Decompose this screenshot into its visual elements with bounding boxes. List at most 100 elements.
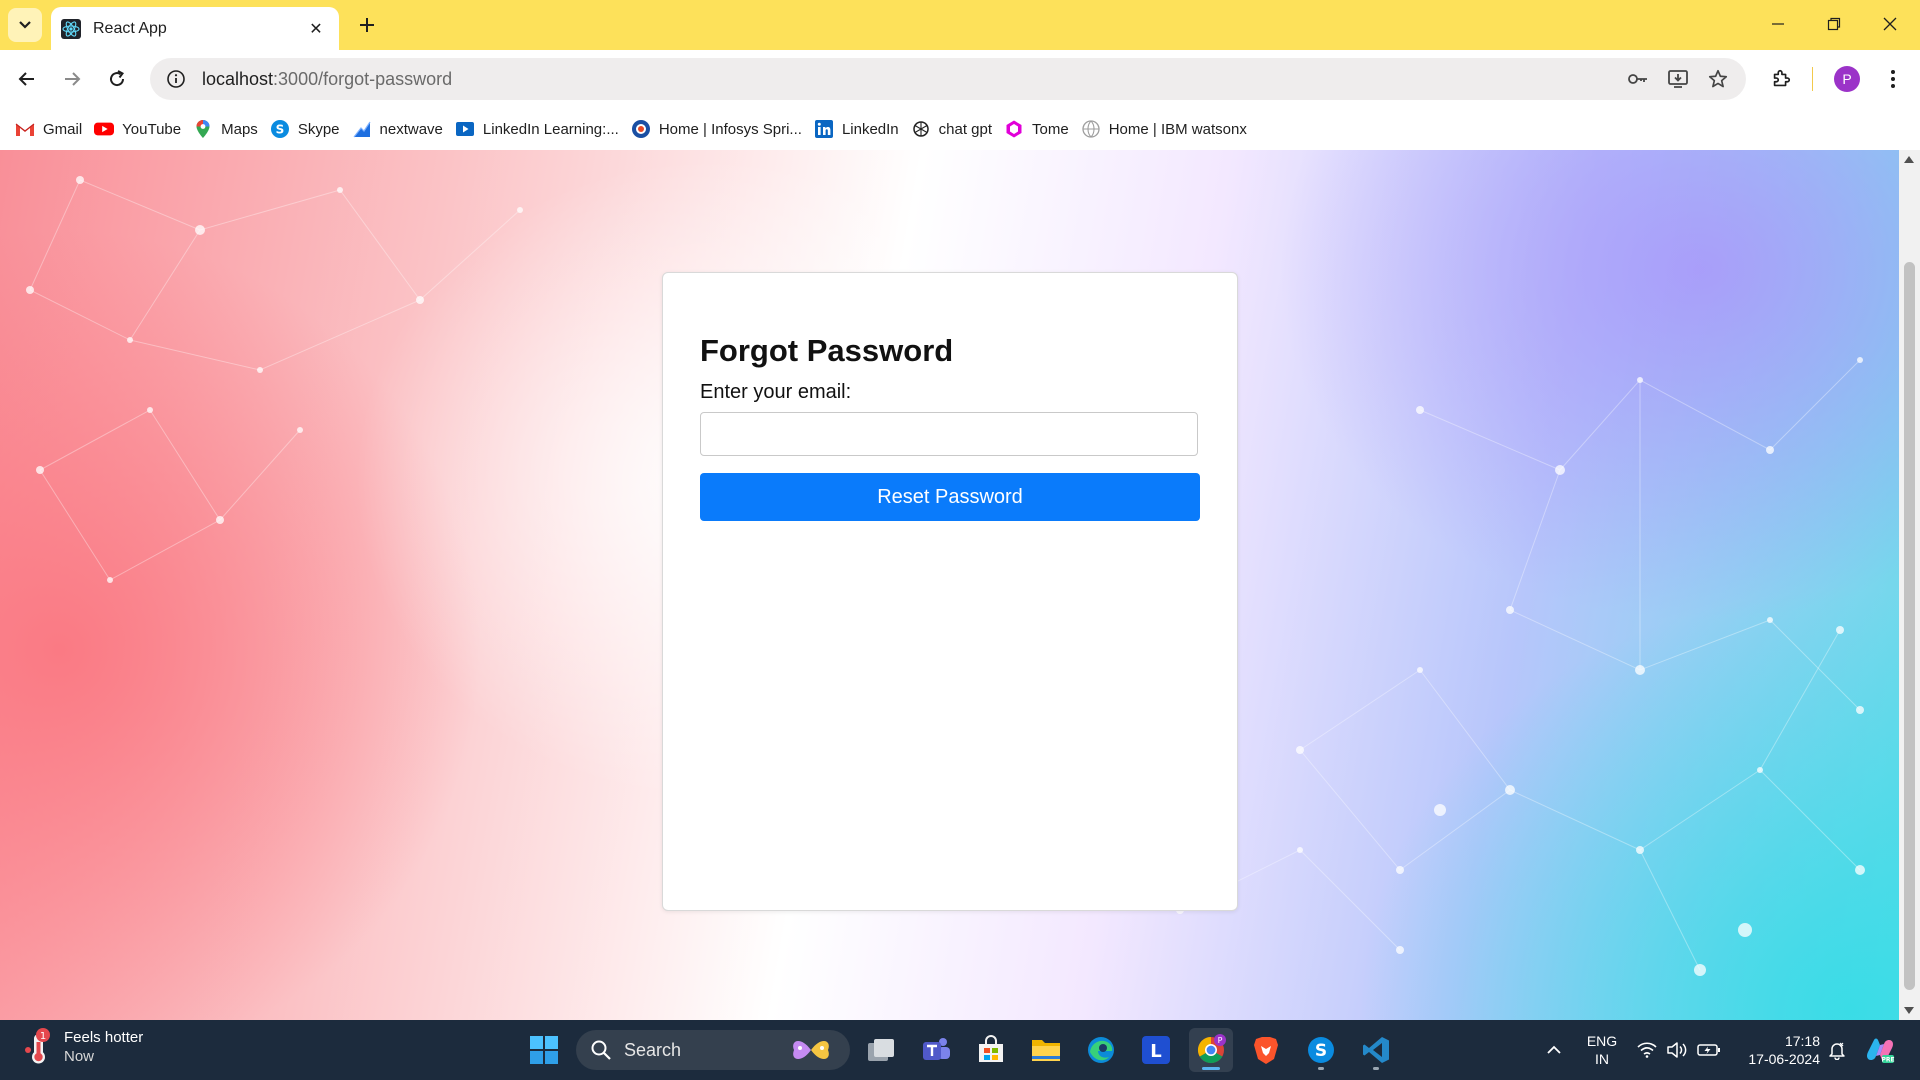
svg-text:P: P [1218, 1036, 1223, 1045]
start-button[interactable] [522, 1028, 566, 1072]
search-icon [591, 1040, 611, 1060]
teams-icon [923, 1038, 950, 1060]
reset-password-button[interactable]: Reset Password [700, 473, 1200, 521]
bookmark-label: chat gpt [938, 120, 993, 138]
email-label: Enter your email: [700, 381, 852, 403]
url-host: localhost [202, 68, 274, 89]
windows-taskbar: 1 Feels hotter Now Search L P S ENG IN 1… [0, 1020, 1920, 1080]
bookmarks-bar: Gmail YouTube Maps S Skype nextwave Link… [0, 108, 1920, 150]
page-background: Forgot Password Enter your email: Reset … [0, 150, 1899, 1020]
bookmark-label: LinkedIn [841, 120, 899, 138]
react-logo-icon [61, 18, 81, 39]
plus-icon [360, 18, 374, 32]
close-window-button[interactable] [1868, 6, 1912, 42]
chrome-icon: P [1197, 1034, 1226, 1064]
brave-button[interactable] [1244, 1028, 1288, 1072]
skype-taskbar-button[interactable]: S [1299, 1028, 1343, 1072]
forward-button[interactable] [55, 62, 89, 96]
bookmark-chatgpt[interactable]: chat gpt [908, 113, 1001, 145]
bookmark-label: Maps [221, 120, 258, 138]
bookmark-nextwave[interactable]: nextwave [349, 113, 452, 145]
bookmark-linkedin-learning[interactable]: LinkedIn Learning:... [452, 113, 628, 145]
edge-icon [1088, 1037, 1114, 1063]
file-explorer-button[interactable] [1024, 1028, 1068, 1072]
bookmark-maps[interactable]: Maps [190, 113, 267, 145]
skype-icon: S [1308, 1037, 1334, 1063]
url-text[interactable]: localhost:3000/forgot-password [202, 69, 1618, 90]
bookmark-label: Home | Infosys Spri... [658, 120, 802, 138]
address-bar[interactable]: localhost:3000/forgot-password [150, 58, 1746, 100]
thermometer-icon: 1 [22, 1028, 56, 1066]
microsoft-store-button[interactable] [969, 1028, 1013, 1072]
site-info-icon[interactable] [156, 59, 196, 99]
watsonx-icon [1081, 119, 1101, 139]
nextwave-icon [352, 119, 372, 139]
language-indicator[interactable]: ENG IN [1582, 1032, 1622, 1068]
bookmark-label: LinkedIn Learning:... [482, 120, 619, 138]
minimize-button[interactable] [1756, 6, 1800, 42]
svg-text:L: L [1150, 1041, 1161, 1062]
volume-icon[interactable] [1664, 1020, 1690, 1080]
teams-button[interactable] [914, 1028, 958, 1072]
vscode-button[interactable] [1354, 1028, 1398, 1072]
reload-button[interactable] [100, 62, 134, 96]
wifi-icon[interactable] [1634, 1020, 1660, 1080]
url-path: :3000/forgot-password [273, 68, 453, 89]
task-view-icon [868, 1039, 894, 1061]
svg-text:S: S [1315, 1041, 1327, 1061]
task-view-button[interactable] [859, 1028, 903, 1072]
weather-alert-badge: 1 [40, 1031, 46, 1042]
back-button[interactable] [10, 62, 44, 96]
install-app-icon[interactable] [1658, 59, 1698, 99]
language-line-1: ENG [1586, 1033, 1618, 1049]
taskbar-search[interactable]: Search [576, 1030, 850, 1070]
browser-tab-strip: React App ✕ [0, 0, 1920, 50]
bookmark-youtube[interactable]: YouTube [91, 113, 190, 145]
restore-button[interactable] [1812, 6, 1856, 42]
tab-close-icon[interactable]: ✕ [305, 18, 327, 40]
avatar: P [1834, 66, 1860, 92]
notifications-bell-icon[interactable] [1824, 1020, 1850, 1080]
toolbar-divider [1812, 67, 1813, 91]
scrollbar-thumb[interactable] [1904, 262, 1915, 990]
bookmark-tome[interactable]: Tome [1001, 113, 1078, 145]
bookmark-watsonx[interactable]: Home | IBM watsonx [1078, 113, 1256, 145]
weather-widget[interactable]: 1 Feels hotter Now [22, 1028, 143, 1066]
chrome-button[interactable]: P [1189, 1028, 1233, 1072]
bookmark-gmail[interactable]: Gmail [12, 113, 91, 145]
browser-tab-active[interactable]: React App ✕ [51, 7, 339, 50]
new-tab-button[interactable] [352, 10, 382, 40]
chevron-up-icon [1547, 1045, 1561, 1054]
copilot-icon[interactable]: PRE [1862, 1020, 1898, 1080]
vscode-icon [1363, 1037, 1389, 1063]
password-key-icon[interactable] [1618, 59, 1658, 99]
gmail-icon [15, 119, 35, 139]
scroll-up-arrow-icon[interactable] [1904, 156, 1914, 163]
infosys-icon [631, 119, 651, 139]
scroll-down-arrow-icon[interactable] [1904, 1007, 1914, 1014]
page-title: Forgot Password [700, 333, 954, 368]
close-icon [1883, 17, 1897, 31]
skype-icon: S [270, 119, 290, 139]
page-scrollbar[interactable] [1899, 150, 1920, 1020]
windows-start-icon [530, 1036, 558, 1064]
extensions-button[interactable] [1764, 62, 1798, 96]
bookmark-star-icon[interactable] [1698, 59, 1738, 99]
chevron-down-icon [19, 21, 31, 29]
tome-icon [1004, 119, 1024, 139]
tab-search-button[interactable] [8, 8, 42, 42]
system-clock[interactable]: 17:18 17-06-2024 [1730, 1032, 1820, 1068]
bookmark-infosys[interactable]: Home | Infosys Spri... [628, 113, 811, 145]
show-hidden-icons-button[interactable] [1540, 1020, 1568, 1080]
l-app-icon: L [1142, 1036, 1170, 1064]
l-app-button[interactable]: L [1134, 1028, 1178, 1072]
browser-menu-button[interactable] [1876, 62, 1910, 96]
bookmark-linkedin[interactable]: LinkedIn [811, 113, 908, 145]
linkedin-icon [814, 119, 834, 139]
battery-icon[interactable] [1694, 1020, 1724, 1080]
email-input[interactable] [700, 412, 1198, 456]
edge-button[interactable] [1079, 1028, 1123, 1072]
bookmark-skype[interactable]: S Skype [267, 113, 349, 145]
profile-button[interactable]: P [1830, 62, 1864, 96]
bookmark-label: Skype [297, 120, 340, 138]
